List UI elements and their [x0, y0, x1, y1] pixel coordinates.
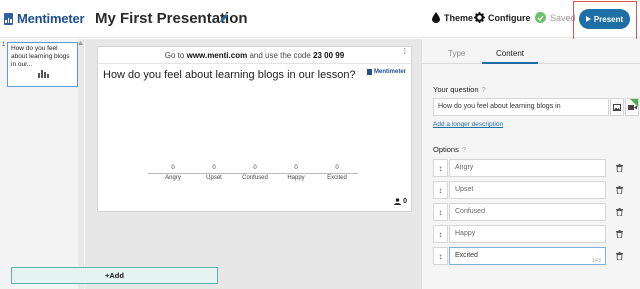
trash-icon[interactable]	[610, 225, 628, 243]
options-label: Options?	[433, 145, 466, 154]
join-prefix: Go to	[164, 51, 185, 60]
option-input[interactable]: Angry	[449, 159, 606, 177]
drag-handle-icon[interactable]: ↕	[433, 181, 448, 199]
slide-brand-text: Mentimeter	[373, 69, 406, 75]
option-label: Confused	[242, 175, 268, 181]
mentimeter-logo-icon	[366, 69, 372, 75]
image-icon	[613, 103, 621, 111]
option-row: ↕ Happy	[433, 225, 629, 243]
option-row: ↕ Excited 143	[433, 247, 629, 265]
trash-icon[interactable]	[610, 159, 628, 177]
mentimeter-logo-icon	[4, 12, 13, 25]
scroll-up-icon[interactable]	[78, 41, 83, 45]
join-middle: and use the code	[249, 51, 311, 60]
add-option-button[interactable]: +Add	[11, 267, 218, 284]
option-input[interactable]: Upset	[449, 181, 606, 199]
join-url: www.menti.com	[186, 51, 248, 60]
present-button[interactable]: Present	[579, 9, 630, 29]
drag-handle-icon[interactable]: ↕	[433, 225, 448, 243]
active-tab-indicator	[482, 62, 538, 64]
option-input[interactable]: Excited 143	[449, 247, 606, 265]
help-icon[interactable]: ?	[462, 145, 466, 154]
trash-icon[interactable]	[610, 247, 628, 265]
drag-handle-icon[interactable]: ↕	[433, 159, 448, 177]
configure-label: Configure	[488, 12, 531, 23]
participant-count: 0	[394, 198, 407, 205]
slide-menu-icon[interactable]: ⁞	[404, 47, 406, 56]
slide-question: How do you feel about learning blogs in …	[103, 69, 356, 81]
option-value: 0	[294, 165, 298, 171]
option-label: Excited	[327, 175, 347, 181]
person-icon	[394, 198, 402, 205]
option-value: 0	[335, 165, 339, 171]
question-label: Your question?	[433, 85, 486, 94]
droplet-icon	[432, 12, 440, 23]
option-label: Happy	[287, 175, 305, 181]
option-input-value: Excited	[455, 252, 478, 259]
chart-baseline	[148, 173, 358, 174]
panel-tabs: Type Content	[422, 39, 640, 65]
configure-button[interactable]: Configure	[474, 12, 531, 23]
edit-pencil-icon[interactable]	[219, 13, 229, 23]
slide-number: 1	[2, 42, 6, 48]
check-circle-icon	[535, 12, 546, 23]
slide-thumbnail[interactable]: How do you feel about learning blogs in …	[7, 42, 78, 87]
slide-rail: 1 How do you feel about learning blogs i…	[0, 39, 84, 289]
drag-handle-icon[interactable]: ↕	[433, 203, 448, 221]
play-icon	[585, 16, 591, 22]
question-input[interactable]: How do you feel about learning blogs in	[433, 98, 609, 116]
new-badge-icon	[630, 99, 638, 107]
present-label: Present	[593, 14, 624, 24]
participant-count-value: 0	[403, 198, 407, 205]
tab-type[interactable]: Type	[448, 49, 465, 58]
theme-button[interactable]: Theme	[432, 12, 473, 23]
slide-brand: Mentimeter	[366, 69, 406, 75]
theme-label: Theme	[444, 12, 474, 23]
join-code: 23 00 99	[313, 51, 345, 60]
trash-icon[interactable]	[610, 203, 628, 221]
saved-status: Saved	[535, 12, 576, 23]
option-input[interactable]: Happy	[449, 225, 606, 243]
option-row: ↕ Upset	[433, 181, 629, 199]
join-instructions: Go to www.menti.com and use the code 23 …	[98, 47, 411, 64]
option-label: Angry	[165, 175, 181, 181]
bar-chart-icon	[38, 70, 49, 78]
option-value: 0	[171, 165, 175, 171]
options-label-text: Options	[433, 145, 459, 154]
slide-thumb-text: How do you feel about learning blogs in …	[11, 45, 70, 68]
add-description-link[interactable]: Add a longer description	[433, 121, 503, 128]
gear-icon	[474, 12, 485, 23]
option-input[interactable]: Confused	[449, 203, 606, 221]
video-upload-button[interactable]	[625, 98, 639, 116]
char-count: 143	[591, 258, 601, 264]
trash-icon[interactable]	[610, 181, 628, 199]
logo-text: Mentimeter	[17, 11, 85, 26]
logo[interactable]: Mentimeter	[4, 11, 85, 26]
help-icon[interactable]: ?	[482, 85, 486, 94]
saved-label: Saved	[550, 12, 576, 23]
rail-scrollbar[interactable]	[78, 39, 83, 289]
slide-preview: Go to www.menti.com and use the code 23 …	[97, 46, 412, 212]
option-value: 0	[212, 165, 216, 171]
edit-panel: Type Content Your question? How do you f…	[421, 39, 640, 289]
image-upload-button[interactable]	[610, 98, 624, 116]
drag-handle-icon[interactable]: ↕	[433, 247, 448, 265]
option-row: ↕ Confused	[433, 203, 629, 221]
tab-content[interactable]: Content	[496, 49, 524, 58]
top-bar: Mentimeter My First Presentation Theme C…	[0, 0, 640, 44]
option-value: 0	[253, 165, 257, 171]
option-row: ↕ Angry	[433, 159, 629, 177]
question-label-text: Your question	[433, 85, 479, 94]
option-label: Upset	[206, 175, 222, 181]
